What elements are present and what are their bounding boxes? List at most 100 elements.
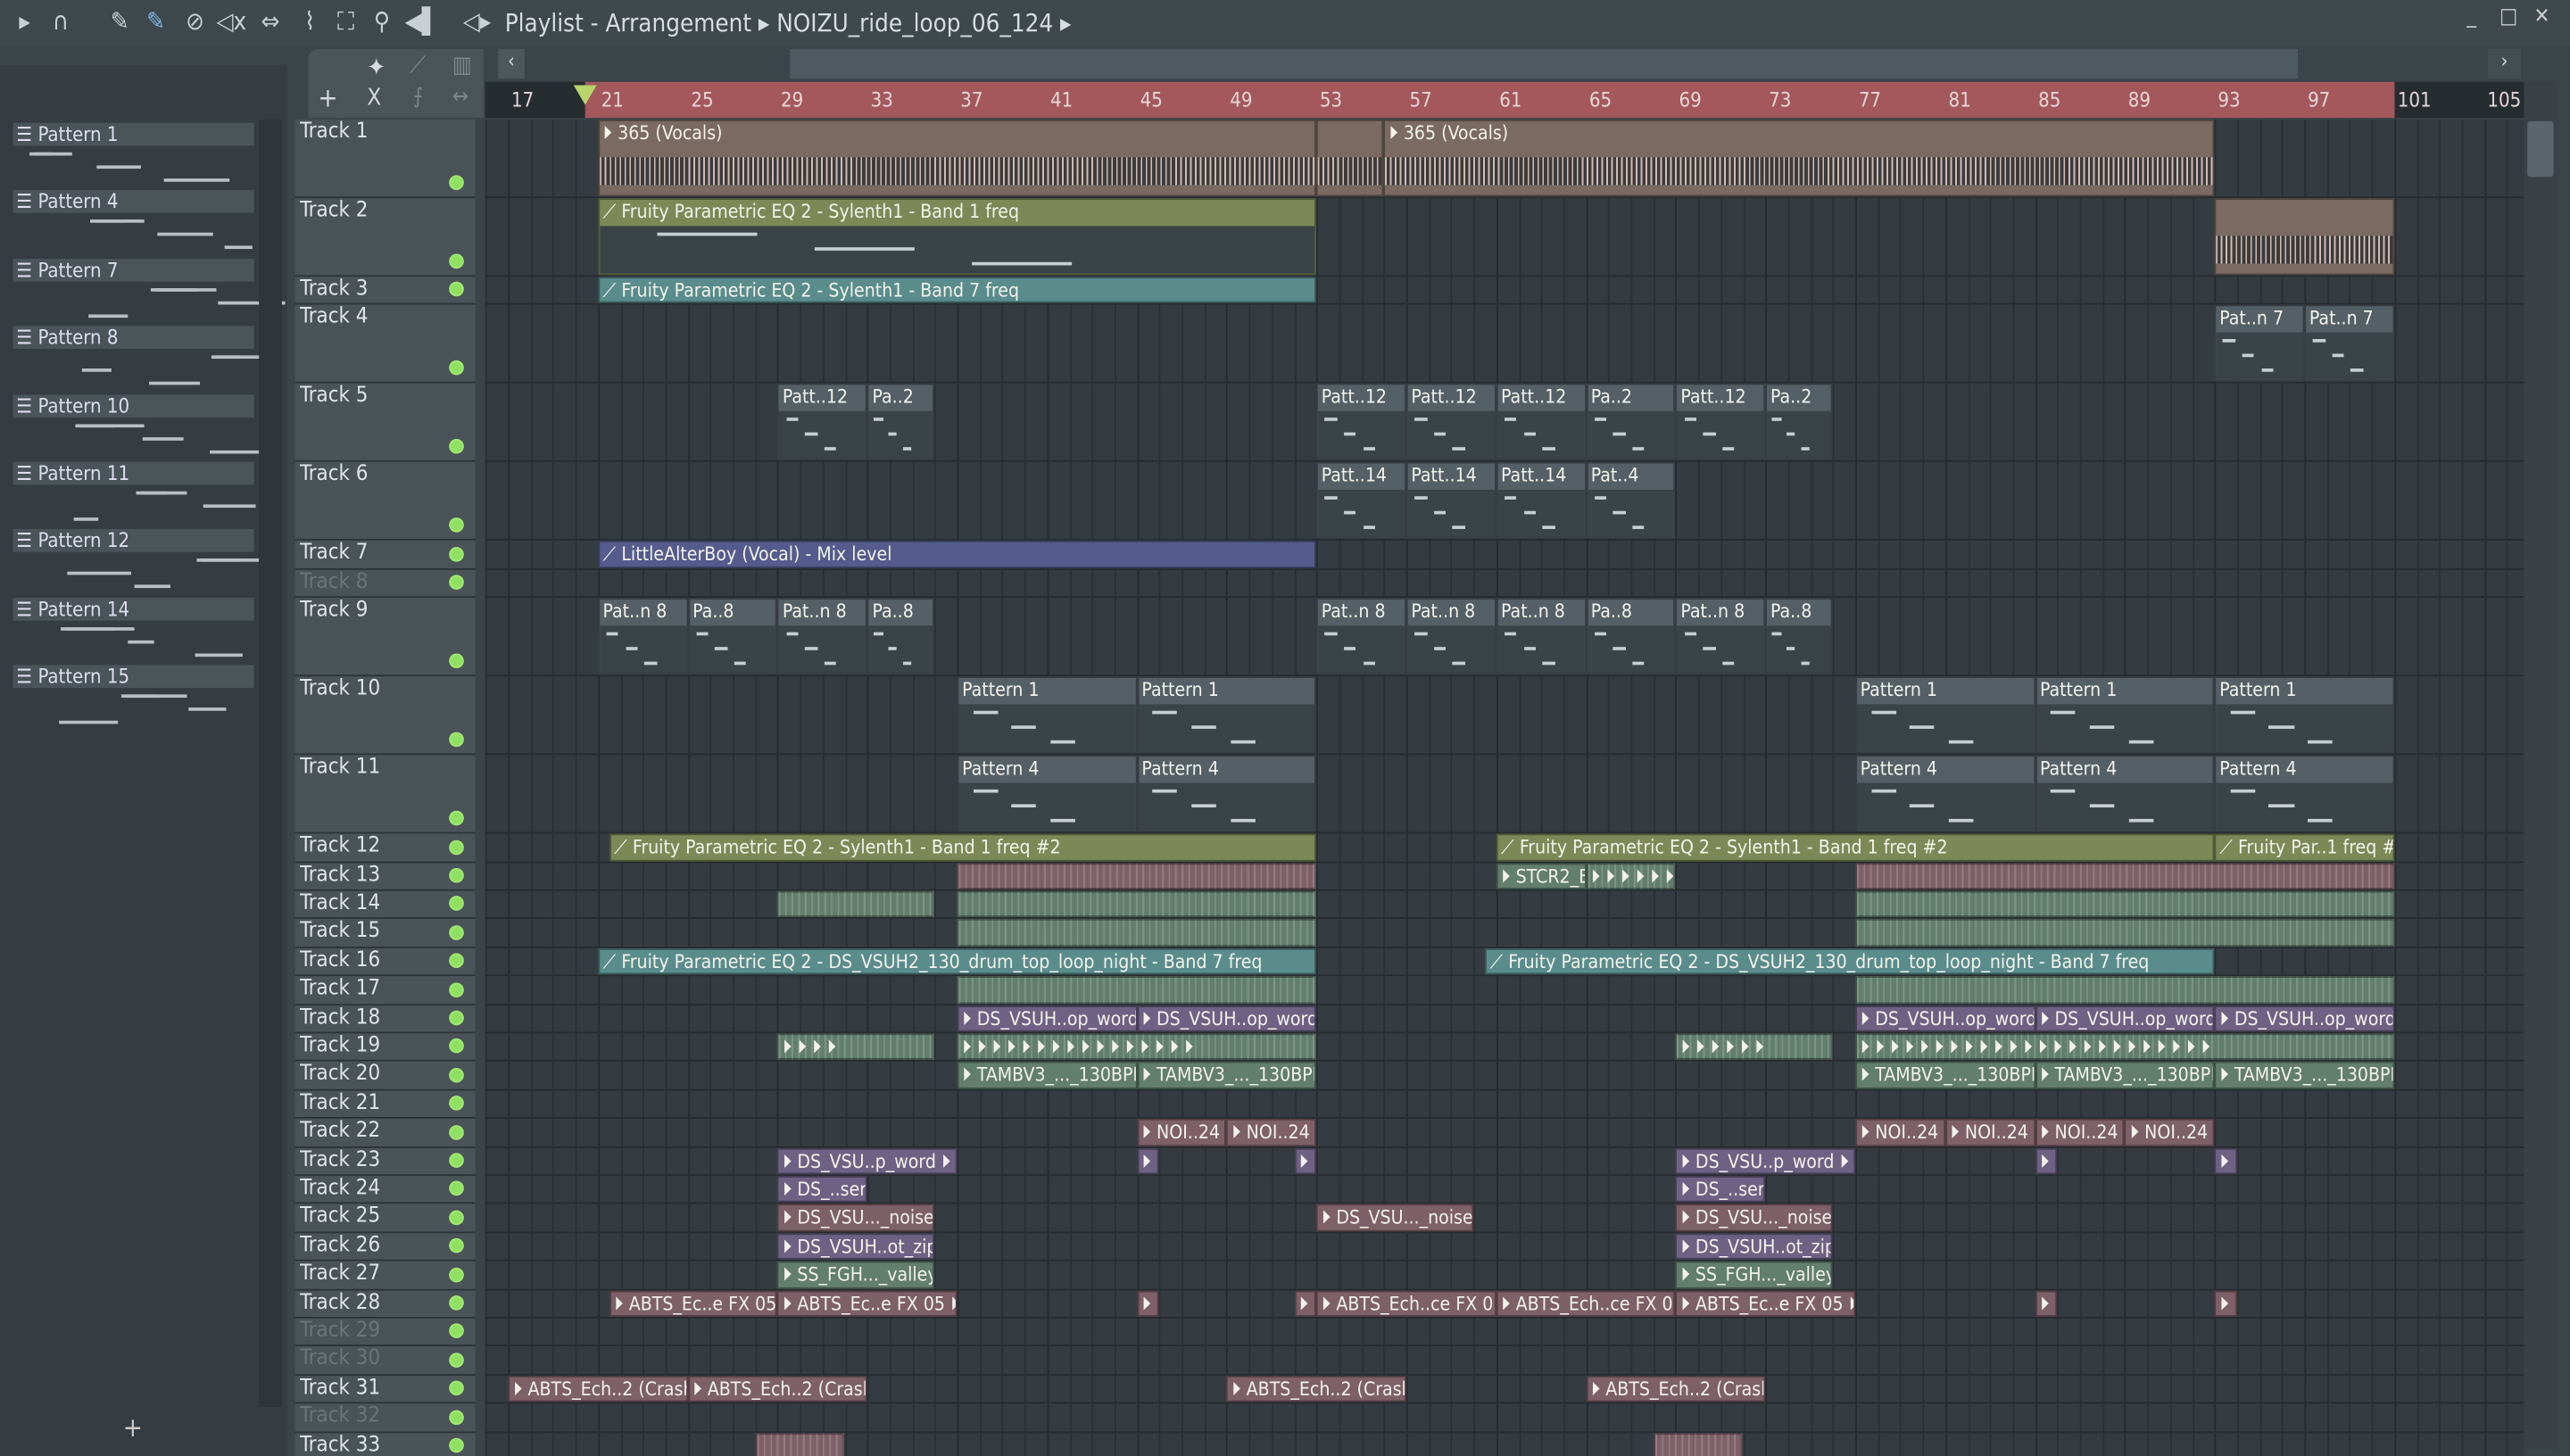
track-header[interactable]: Track 4	[294, 305, 476, 385]
clip-audio-pink[interactable]: ⏵ ABTS_Ech..2 (Crash)	[508, 1375, 688, 1402]
clip-audio-pink[interactable]	[957, 862, 1317, 889]
delete-icon[interactable]: ⊘	[180, 6, 210, 36]
slip-icon[interactable]: ⇔	[256, 6, 286, 36]
clip-audio-green[interactable]: ⏵ TAMBV3_..._130BPM	[1855, 1062, 2035, 1089]
track-header[interactable]: Track 10	[294, 676, 476, 756]
clip-audio-green[interactable]	[777, 890, 935, 918]
clip-auto-teal[interactable]: ⟋ Fruity Parametric EQ 2 - DS_VSUH2_130_…	[598, 947, 1317, 975]
clip-audio-green[interactable]: ⏵ ⏵ ⏵ ⏵ ⏵ ⏵ ⏵	[1586, 862, 1676, 889]
clip-vocal[interactable]: ⏵ 365 (Vocals)	[1383, 120, 2215, 197]
pattern-item[interactable]: ☰ Pattern 15	[12, 665, 254, 689]
track-mute-led[interactable]	[449, 1153, 464, 1168]
clip-pattern[interactable]: Patt..12	[1405, 384, 1496, 461]
clip-pattern[interactable]: Pattern 1	[2214, 676, 2395, 754]
clip-audio-purple[interactable]: ⏵ DS_VSUH..op_word	[1136, 1005, 1317, 1032]
clip-pattern[interactable]: Pa..8	[866, 598, 935, 675]
clip-audio-purple[interactable]: ⏵	[1294, 1147, 1317, 1175]
clip-audio-pink[interactable]	[755, 1432, 845, 1456]
clip-audio-green[interactable]: ⏵ TAMBV3_..._130BPM	[1136, 1062, 1317, 1089]
track-mute-led[interactable]	[449, 175, 464, 190]
clip-pattern[interactable]: Pa..2	[866, 384, 935, 461]
pattern-item[interactable]: ☰ Pattern 7	[12, 258, 254, 282]
clip-audio-green[interactable]	[1855, 919, 2395, 947]
track-mute-led[interactable]	[449, 1010, 464, 1026]
clip-audio-purple[interactable]: ⏵ DS_VSUH..op_word	[2214, 1005, 2395, 1032]
menu-arrow-icon[interactable]: ▸	[10, 6, 39, 36]
clip-audio-green[interactable]: ⏵ ⏵ ⏵ ⏵ ⏵ ⏵	[1675, 1033, 1833, 1061]
clip-audio-pink[interactable]: ⏵ NOI..24	[1855, 1119, 1945, 1146]
clip-audio-pink[interactable]: ⏵ ABTS_Ec..e FX 05 ⏵	[777, 1289, 958, 1317]
track-mute-led[interactable]	[449, 896, 464, 912]
clip-audio-purple[interactable]: ⏵ DS_..ser	[1675, 1176, 1766, 1204]
playhead-marker[interactable]	[573, 85, 597, 105]
resize-icon[interactable]: ↔	[452, 85, 468, 110]
track-mute-led[interactable]	[449, 517, 464, 534]
clip-auto-teal[interactable]: ⟋ Fruity Parametric EQ 2 - Sylenth1 - Ba…	[598, 277, 1317, 304]
clip-audio-purple[interactable]: ⏵ DS_VSUH..op_word	[957, 1005, 1137, 1032]
clip-pattern[interactable]: Pattern 1	[1136, 676, 1317, 754]
scroll-right-button[interactable]: ›	[2488, 49, 2521, 79]
clip-pattern[interactable]: Patt..12	[1675, 384, 1766, 461]
clip-auto-teal[interactable]: ⟋ Fruity Parametric EQ 2 - DS_VSUH2_130_…	[1484, 947, 2215, 975]
track-mute-led[interactable]	[449, 1038, 464, 1055]
clip-audio-pink[interactable]: ⏵ ABTS_Ec..e FX 05 ⏵	[1675, 1289, 1856, 1317]
scroll-thumb[interactable]	[2527, 120, 2554, 178]
clip-pattern[interactable]: Pattern 4	[957, 755, 1137, 832]
clip-audio-purple[interactable]: ⏵	[1136, 1147, 1160, 1175]
pattern-item[interactable]: ☰ Pattern 14	[12, 597, 254, 621]
timeline-ruler[interactable]: 17 21 25 29 33 37 41 45 49 53 57 61 65 69 73 77 81 85 89 93…	[485, 81, 2524, 119]
pattern-filter-icon[interactable]: ▥	[452, 53, 472, 79]
playlist-grid[interactable]: ⏵ 365 (Vocals) ⏵ 365 (Vocals) ⟋ Fruity Par…	[485, 120, 2524, 1456]
track-mute-led[interactable]	[449, 867, 464, 883]
clip-audio-purple[interactable]: ⏵	[2214, 1147, 2237, 1175]
track-header[interactable]: Track 29	[294, 1318, 476, 1347]
vertical-scrollbar[interactable]	[2524, 81, 2558, 1450]
automation-filter-icon[interactable]: ⟋	[410, 53, 426, 79]
track-mute-led[interactable]	[449, 811, 464, 826]
track-header[interactable]: Track 3	[294, 277, 476, 306]
clip-auto-olive[interactable]: ⟋ Fruity Parametric EQ 2 - Sylenth1 - Ba…	[609, 833, 1317, 861]
close-button[interactable]: ✕	[2534, 5, 2550, 30]
clip-pattern[interactable]: Pattern 4	[1136, 755, 1317, 832]
track-mute-led[interactable]	[449, 1124, 464, 1139]
pencil-icon[interactable]: ✎	[105, 6, 135, 36]
track-mute-led[interactable]	[449, 360, 464, 376]
clip-audio-purple[interactable]: ⏵ DS_VSUH..ot_zip	[777, 1232, 935, 1261]
track-mute-led[interactable]	[449, 1238, 464, 1253]
minimize-button[interactable]: _	[2466, 5, 2476, 30]
clip-auto-olive[interactable]: ⟋ Fruity Par..1 freq #2	[2214, 833, 2395, 861]
track-mute-led[interactable]	[449, 839, 464, 855]
clip-pattern[interactable]: Pat..n 8	[1405, 598, 1496, 675]
track-header[interactable]: Track 9	[294, 598, 476, 677]
curve-icon[interactable]: ⨍	[413, 85, 423, 110]
loop-selection[interactable]	[584, 81, 2395, 119]
track-mute-led[interactable]	[449, 1409, 464, 1425]
clip-audio-green[interactable]	[1855, 890, 2395, 918]
clip-pattern[interactable]: Patt..14	[1316, 462, 1406, 540]
track-mute-led[interactable]	[449, 953, 464, 969]
clip-pattern[interactable]: Pat..n 7	[2214, 305, 2305, 383]
clip-audio-purple[interactable]: ⏵	[2035, 1147, 2058, 1175]
clip-audio-pink[interactable]: ⏵ ABTS_Ech..2 (Crash)	[1226, 1375, 1406, 1402]
clip-audio-pink[interactable]: ⏵	[2214, 1289, 2237, 1317]
clip-audio-pink[interactable]: ⏵ NOI..24	[2125, 1119, 2215, 1146]
remove-icon[interactable]: X	[367, 85, 381, 111]
clip-audio-pink[interactable]	[1653, 1432, 1744, 1456]
clip-pattern[interactable]: Pattern 4	[2035, 755, 2215, 832]
track-header[interactable]: Track 27	[294, 1261, 476, 1290]
clip-audio-pink[interactable]: ⏵ NOI..24	[1944, 1119, 2035, 1146]
track-header[interactable]: Track 26	[294, 1232, 476, 1262]
clip-audio-purple[interactable]: ⏵ DS_VSUH..op_word	[2035, 1005, 2215, 1032]
clip-audio-pink[interactable]: ⏵ DS_VSU..._noise	[1675, 1204, 1833, 1232]
clip-pattern[interactable]: Patt..12	[1496, 384, 1587, 461]
track-header[interactable]: Track 32	[294, 1403, 476, 1433]
clip-audio-purple[interactable]: ⏵ DS_VSU..p_word ⏵	[777, 1147, 958, 1175]
clip-pattern[interactable]: Pat..n 8	[1496, 598, 1587, 675]
mute-icon[interactable]: ◁x	[216, 6, 246, 36]
clip-pattern[interactable]: Pat..n 8	[777, 598, 867, 675]
clip-audio-green[interactable]: ⏵ TAMBV3_..._130BPM	[957, 1062, 1137, 1089]
playback-icon[interactable]: ◀▌	[405, 6, 439, 36]
clip-pattern[interactable]: Pat..n 8	[1316, 598, 1406, 675]
track-header[interactable]: Track 31	[294, 1375, 476, 1404]
clip-vocal[interactable]	[1316, 120, 1384, 197]
